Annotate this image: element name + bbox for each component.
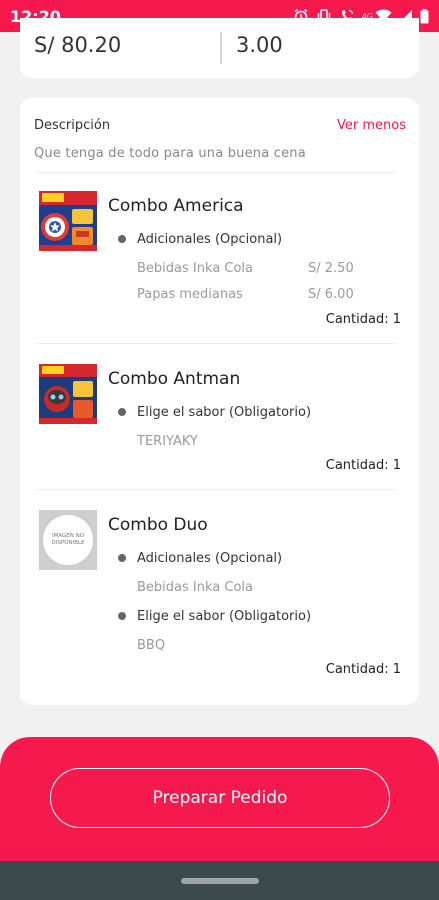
option-name: Papas medianas <box>137 287 243 302</box>
combo-america-image <box>39 191 97 251</box>
option-price: S/ 2.50 <box>308 261 354 276</box>
option-group-label: Elige el sabor (Obligatorio) <box>137 405 312 420</box>
description-label: Descripción <box>34 118 111 133</box>
item-title: Combo America <box>108 196 244 216</box>
item-quantity: Cantidad: 1 <box>325 662 401 677</box>
divider <box>36 172 396 173</box>
ver-menos-link[interactable]: Ver menos <box>337 118 406 133</box>
combo-antman-image <box>39 364 97 424</box>
option-group-label: Elige el sabor (Obligatorio) <box>137 609 312 624</box>
option-name: TERIYAKY <box>137 434 198 449</box>
summary-divider <box>220 32 222 64</box>
order-card: Descripción Ver menos Que tenga de todo … <box>20 98 419 705</box>
bottom-action-panel: Preparar Pedido <box>0 737 439 861</box>
bullet-icon <box>118 408 126 416</box>
total-quantity: 3.00 <box>236 33 283 57</box>
option-name: Bebidas Inka Cola <box>137 261 253 276</box>
description-text: Que tenga de todo para una buena cena <box>34 146 306 161</box>
item-quantity: Cantidad: 1 <box>325 458 401 473</box>
item-title: Combo Antman <box>108 369 241 389</box>
item-title: Combo Duo <box>108 515 208 535</box>
option-name: Bebidas Inka Cola <box>137 580 253 595</box>
no-image-text: IMAGEN NO DISPONIBLE <box>43 515 93 565</box>
combo-duo-image: IMAGEN NO DISPONIBLE <box>39 510 97 570</box>
total-price: S/ 80.20 <box>34 33 122 57</box>
option-name: BBQ <box>137 638 166 653</box>
item-quantity: Cantidad: 1 <box>325 312 401 327</box>
bullet-icon <box>118 235 126 243</box>
bullet-icon <box>118 612 126 620</box>
divider <box>36 489 396 490</box>
option-price: S/ 6.00 <box>308 287 354 302</box>
navigation-bar <box>0 861 439 900</box>
home-handle[interactable] <box>181 878 259 884</box>
divider <box>36 343 396 344</box>
battery-icon <box>420 8 429 24</box>
option-group-label: Adicionales (Opcional) <box>137 551 283 566</box>
no-image-placeholder: IMAGEN NO DISPONIBLE <box>39 510 97 570</box>
prepare-order-button[interactable]: Preparar Pedido <box>50 768 390 828</box>
summary-card: S/ 80.20 3.00 <box>20 18 419 78</box>
option-group-label: Adicionales (Opcional) <box>137 232 283 247</box>
bullet-icon <box>118 554 126 562</box>
